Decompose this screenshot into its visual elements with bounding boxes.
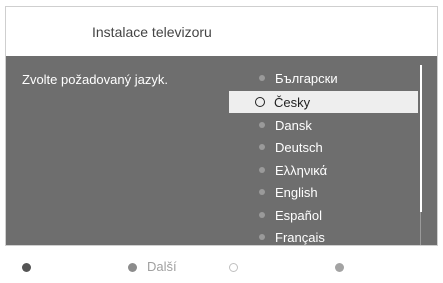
bullet-icon [259, 234, 265, 240]
language-list[interactable]: Български Česky Dansk Deutsch Ελληνικά E… [229, 67, 418, 252]
bullet-icon [259, 122, 265, 128]
language-label: Français [275, 229, 325, 245]
language-label: Ελληνικά [275, 162, 328, 178]
tv-setup-window: Instalace televizoru Zvolte požadovaný j… [5, 6, 438, 246]
language-item[interactable]: Български [229, 67, 418, 89]
bullet-icon [259, 167, 265, 173]
footer-bar: Další [0, 246, 443, 283]
language-item[interactable]: Ελληνικά [229, 159, 418, 181]
scrollbar-track[interactable] [420, 212, 421, 245]
bullet-icon [259, 189, 265, 195]
yellow-button-icon[interactable] [229, 263, 238, 272]
language-panel: Zvolte požadovaný jazyk. Български Česky… [6, 56, 437, 245]
language-label: Español [275, 207, 322, 223]
page-title: Instalace televizoru [92, 24, 212, 40]
next-button[interactable]: Další [147, 259, 177, 274]
language-item[interactable]: Dansk [229, 114, 418, 136]
red-button-icon[interactable] [22, 263, 31, 272]
language-label: Dansk [275, 117, 312, 133]
language-item-selected[interactable]: Česky [229, 91, 418, 113]
bullet-icon [259, 144, 265, 150]
language-label: English [275, 184, 318, 200]
language-label: Česky [274, 94, 311, 110]
green-button-icon[interactable] [128, 263, 137, 272]
language-label: Български [275, 70, 338, 86]
language-item[interactable]: Español [229, 204, 418, 226]
bullet-icon [259, 212, 265, 218]
bullet-icon [259, 75, 265, 81]
blue-button-icon[interactable] [335, 263, 344, 272]
language-item[interactable]: Français [229, 226, 418, 248]
language-item[interactable]: Deutsch [229, 136, 418, 158]
language-item[interactable]: English [229, 181, 418, 203]
prompt-text: Zvolte požadovaný jazyk. [22, 72, 168, 87]
scrollbar-thumb[interactable] [420, 65, 422, 212]
language-label: Deutsch [275, 139, 323, 155]
radio-icon [255, 97, 265, 107]
